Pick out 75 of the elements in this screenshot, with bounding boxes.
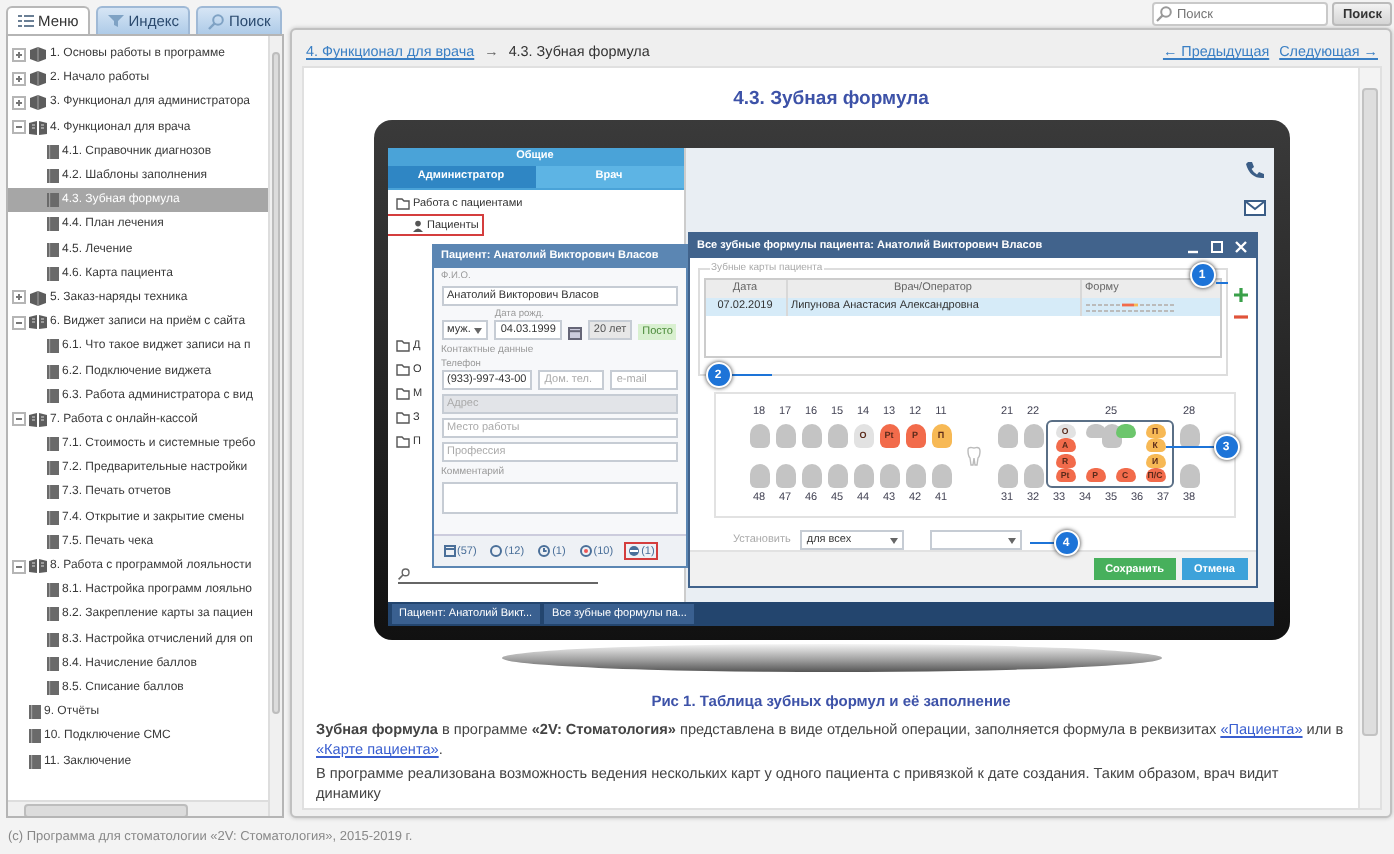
page-icon [46, 338, 60, 355]
page-icon [46, 168, 60, 185]
page-icon [46, 484, 60, 501]
collapse-icon[interactable] [12, 315, 26, 330]
calendar-icon[interactable] [567, 326, 582, 340]
value-select[interactable] [930, 530, 1023, 550]
page-icon [46, 679, 60, 696]
collapse-icon[interactable] [12, 120, 26, 135]
collapse-icon[interactable] [12, 559, 26, 574]
collapse-icon[interactable] [12, 412, 26, 427]
expand-icon[interactable] [12, 290, 26, 305]
vertical-scrollbar[interactable] [1358, 68, 1380, 808]
horizontal-scrollbar[interactable] [8, 800, 268, 816]
expand-icon[interactable] [12, 95, 26, 110]
book-icon [28, 289, 48, 306]
page-icon [28, 704, 42, 721]
tooth[interactable] [1179, 423, 1199, 447]
page-icon [46, 265, 60, 282]
page-icon [46, 606, 60, 623]
ring-icon [579, 544, 592, 558]
open-book-icon [28, 558, 48, 575]
leader-line [1029, 542, 1053, 544]
article-title: 4.3. Зубная формула [731, 88, 931, 110]
search-icon [1156, 6, 1173, 22]
open-book-icon [28, 411, 48, 428]
folder-icon [395, 197, 409, 209]
close-icon[interactable] [1233, 239, 1247, 253]
page-icon [46, 460, 60, 477]
circle-icon [490, 544, 503, 558]
page-icon [46, 533, 60, 550]
formula-preview-drawing [1085, 301, 1173, 313]
page-icon [46, 241, 60, 258]
search-icon [208, 13, 225, 29]
expand-icon[interactable] [12, 47, 26, 62]
leader-line [731, 374, 771, 376]
page-icon [46, 363, 60, 380]
book-icon [28, 94, 48, 111]
leader-line [1165, 446, 1213, 448]
page-icon [46, 655, 60, 672]
expand-icon[interactable] [12, 71, 26, 86]
caret-icon [474, 327, 483, 333]
page-icon [28, 728, 42, 745]
page-icon [46, 143, 60, 160]
mail-icon[interactable] [1243, 200, 1265, 216]
page-icon [46, 631, 60, 648]
clock-icon [538, 544, 551, 558]
search-icon [397, 568, 409, 580]
page-icon [46, 582, 60, 599]
vertical-scrollbar[interactable] [268, 36, 282, 816]
page-icon [46, 436, 60, 453]
phone-icon[interactable] [1243, 160, 1263, 180]
page-icon [46, 387, 60, 404]
person-icon [411, 219, 423, 231]
circle-icon [627, 544, 640, 558]
page-icon [46, 509, 60, 526]
page-icon [46, 216, 60, 233]
comment-field[interactable] [441, 482, 677, 514]
minus-icon[interactable] [1233, 310, 1247, 324]
page-icon [28, 753, 42, 770]
calendar-icon [443, 544, 455, 558]
open-book-icon [28, 119, 48, 136]
tooth-option[interactable] [1085, 423, 1105, 438]
book-icon [28, 70, 48, 87]
book-icon [28, 46, 48, 63]
maximize-icon[interactable] [1209, 239, 1223, 253]
list-icon [18, 14, 34, 28]
tooth-icon [966, 445, 982, 465]
caret-icon [890, 537, 899, 543]
plus-icon[interactable] [1233, 288, 1247, 302]
tooth-option[interactable] [1115, 423, 1135, 438]
caret-icon [1008, 537, 1017, 543]
page-icon [46, 192, 60, 209]
open-book-icon [28, 314, 48, 331]
leader-line [1215, 282, 1227, 284]
filter-icon [108, 14, 125, 28]
